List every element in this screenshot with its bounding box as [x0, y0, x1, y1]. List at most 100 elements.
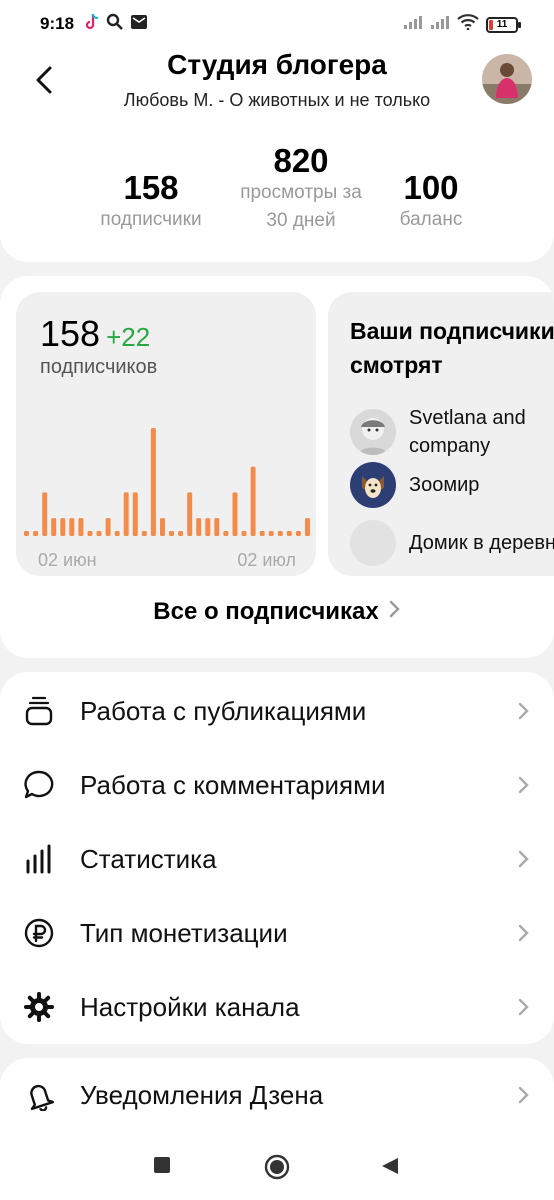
menu-item-statistics[interactable]: Статистика [0, 822, 554, 896]
stat-label: просмотры за 30 дней [240, 182, 362, 231]
subscribers-bar-chart [24, 428, 310, 536]
subscribers-chart-card[interactable]: 158 +22 подписчиков 02 июн 02 июл [16, 292, 316, 576]
stat-balance[interactable]: 100 баланс [386, 170, 476, 234]
page-title: Студия блогера [167, 49, 387, 80]
x-tick-label: 02 июн [38, 550, 97, 570]
menu-item-notifications[interactable]: Уведомления Дзена [0, 1058, 554, 1132]
chevron-right-icon [518, 1085, 530, 1105]
chart-bar [268, 531, 274, 536]
channel-subtitle: Любовь М. - О животных и не только [123, 90, 431, 110]
menu-item-label: Работа с комментариями [80, 769, 386, 800]
chart-bar [114, 531, 120, 536]
channel-item[interactable]: Svetlana and company [350, 404, 554, 460]
system-navigation-bar [0, 1134, 554, 1200]
battery-level: 11 [496, 18, 508, 30]
wifi-icon [457, 14, 479, 35]
statistics-icon [22, 842, 56, 876]
stat-views[interactable]: 820 просмотры за 30 дней [238, 143, 364, 235]
menu-item-channel-settings[interactable]: Настройки канала [0, 970, 554, 1044]
status-time: 9:18 [40, 14, 75, 33]
chart-bar [160, 518, 165, 536]
watch-title: Ваши подписчики смотрят [350, 318, 554, 378]
x-tick-label: 02 июл [237, 550, 296, 570]
menu-item-label: Настройки канала [80, 991, 300, 1022]
chart-bar [241, 531, 247, 536]
stat-value: 820 [273, 142, 329, 179]
menu-item-comments[interactable]: Работа с комментариями [0, 748, 554, 822]
chevron-right-icon [518, 997, 530, 1017]
chart-bar [295, 531, 301, 536]
chevron-right-icon [389, 598, 401, 626]
bell-icon [22, 1078, 56, 1112]
menu-item-label: Тип монетизации [80, 917, 288, 948]
header-card: Студия блогера Любовь М. - О животных и … [0, 48, 554, 262]
chart-bar [105, 518, 111, 536]
battery-icon: 11 [486, 16, 521, 33]
channel-avatar [350, 520, 396, 566]
chevron-right-icon [518, 775, 530, 795]
chart-bar [178, 531, 184, 536]
status-bar: 9:18 11 [0, 0, 554, 48]
chart-bar [33, 531, 39, 536]
menu-item-monetization[interactable]: Тип монетизации [0, 896, 554, 970]
chart-bar [232, 492, 238, 536]
subscribers-watch-card[interactable]: Ваши подписчики смотрят Svetlana and com… [328, 292, 554, 576]
chart-bar [123, 492, 129, 536]
chart-bar [60, 518, 66, 536]
chart-bar [187, 492, 193, 536]
chart-bar [250, 466, 256, 536]
user-avatar[interactable] [482, 54, 532, 104]
chart-bar [286, 531, 292, 536]
comment-icon [22, 768, 56, 802]
recent-apps-button[interactable] [153, 1156, 171, 1179]
chart-bar [214, 518, 220, 536]
channel-name: Зоомир [409, 474, 480, 496]
menu-item-publications[interactable]: Работа с публикациями [0, 674, 554, 748]
chart-bar [305, 518, 310, 536]
chart-bar [169, 531, 174, 536]
home-button[interactable] [264, 1154, 290, 1185]
ruble-icon [22, 916, 56, 950]
gear-icon [22, 990, 56, 1024]
notifications-section: Уведомления Дзена [0, 1058, 554, 1134]
chart-bar [132, 492, 138, 536]
chart-bar [205, 518, 211, 536]
channel-avatar [350, 462, 396, 508]
chart-bar [24, 531, 29, 536]
search-icon [106, 13, 124, 36]
chart-bar [78, 518, 84, 536]
back-nav-button[interactable] [380, 1156, 400, 1181]
menu-item-label: Статистика [80, 843, 217, 874]
chart-bar [196, 518, 202, 536]
signal-icon [403, 14, 423, 35]
subscribers-section: 158 +22 подписчиков 02 июн 02 июл Ваши по… [0, 276, 554, 658]
stat-value: 100 [403, 169, 459, 206]
chart-bar [51, 518, 57, 536]
studio-menu: Работа с публикациями Работа с комментар… [0, 672, 554, 1044]
chart-bar [96, 531, 102, 536]
menu-item-label: Уведомления Дзена [80, 1079, 324, 1110]
stat-subscribers[interactable]: 158 подписчики [88, 170, 214, 234]
chart-bar [259, 531, 265, 536]
chart-bar [69, 518, 75, 536]
channel-name: Svetlana and company [409, 407, 526, 457]
chart-bar [277, 531, 283, 536]
chart-bar [87, 531, 93, 536]
all-subscribers-link[interactable]: Все о подписчиках [0, 598, 554, 626]
publications-icon [22, 694, 56, 728]
signal-icon [430, 14, 450, 35]
stat-label: баланс [399, 209, 463, 230]
stat-value: 158 [123, 169, 179, 206]
chart-bar [223, 531, 229, 536]
channel-item[interactable]: Зоомир [350, 462, 554, 508]
channel-avatar [350, 409, 396, 455]
chart-bar [150, 428, 156, 536]
all-subscribers-label: Все о подписчиках [153, 598, 379, 625]
mail-icon [130, 14, 148, 35]
tiktok-icon [84, 13, 100, 36]
chevron-right-icon [518, 849, 530, 869]
channel-name: Домик в деревне [409, 532, 554, 554]
channel-item[interactable]: Домик в деревне [350, 520, 554, 566]
chart-bar [141, 531, 147, 536]
chevron-right-icon [518, 701, 530, 721]
